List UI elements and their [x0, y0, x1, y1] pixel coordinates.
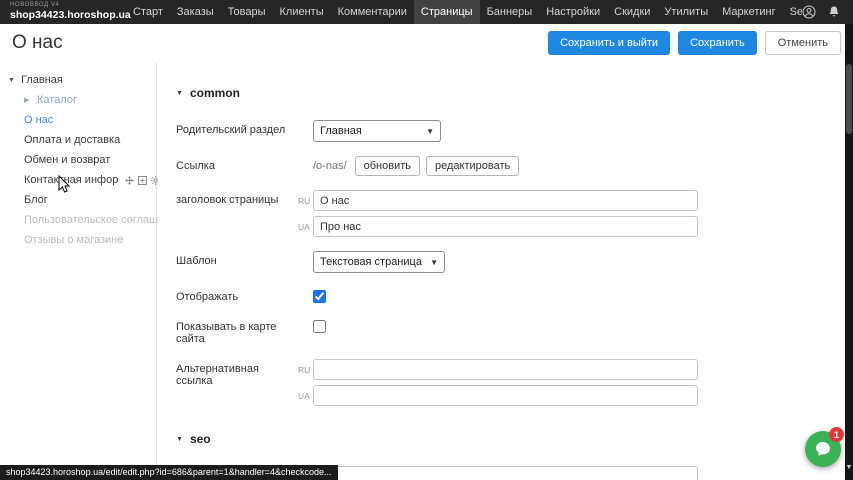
tree-item-blog[interactable]: Блог [0, 190, 156, 210]
tree-item-label: О нас [24, 114, 53, 126]
chevron-down-icon: ▼ [176, 90, 183, 97]
tree-item-label: Главная [21, 74, 63, 86]
nav-item-marketing[interactable]: Маркетинг [715, 0, 782, 24]
display-label: Отображать [176, 287, 298, 303]
alt-link-label: Альтернативная ссылка [176, 359, 298, 406]
link-update-button[interactable]: обновить [355, 156, 420, 176]
parent-section-label: Родительский раздел [176, 120, 298, 142]
nav-item-orders[interactable]: Заказы [170, 0, 221, 24]
nav-item-clients[interactable]: Клиенты [273, 0, 331, 24]
tree-item-label: Контактная инфор [24, 174, 118, 186]
alt-link-ua-input[interactable] [313, 385, 698, 406]
section-common-toggle[interactable]: ▼ common [176, 86, 845, 100]
lang-ru-label: RU [298, 365, 313, 375]
chevron-down-icon: ▼ [430, 258, 438, 267]
page-title: О нас [12, 32, 63, 54]
parent-section-value: Главная [320, 125, 362, 137]
section-seo-title: seo [190, 432, 211, 446]
template-label: Шаблон [176, 251, 298, 273]
chevron-right-icon[interactable]: ▶ [24, 96, 32, 104]
tree-item-polzovatelskoe[interactable]: Пользовательское соглашение [0, 210, 156, 230]
logo-domain-label: shop34423.horoshop.ua [10, 9, 116, 21]
scroll-down-arrow-icon[interactable]: ▼ [845, 464, 853, 472]
tree-item-label: Оплата и доставка [24, 134, 120, 146]
save-and-exit-button[interactable]: Сохранить и выйти [548, 31, 670, 55]
parent-section-select[interactable]: Главная ▼ [313, 120, 441, 142]
tree-item-kontaktnaya[interactable]: Контактная инфор [0, 170, 156, 190]
topbar-icons [802, 0, 853, 24]
page-header: О нас Сохранить и выйти Сохранить Отмени… [0, 24, 853, 62]
chevron-down-icon[interactable]: ▼ [8, 77, 16, 84]
chat-bubble-icon [814, 440, 832, 458]
tree-item-label: Каталог [37, 94, 77, 106]
add-subpage-icon[interactable] [138, 176, 147, 185]
nav-item-discounts[interactable]: Скидки [607, 0, 657, 24]
alt-link-row: Альтернативная ссылка RU UA [176, 359, 845, 406]
tree-item-label: Отзывы о магазине [24, 234, 123, 246]
display-checkbox[interactable] [313, 290, 326, 303]
nav-item-utilities[interactable]: Утилиты [657, 0, 715, 24]
lang-ua-label: UA [298, 222, 313, 232]
sitemap-row: Показывать в карте сайта [176, 317, 845, 345]
nav-item-pages[interactable]: Страницы [414, 0, 480, 24]
tree-item-katalog[interactable]: ▶ Каталог [0, 90, 156, 110]
nav-item-seo[interactable]: Seo [783, 0, 802, 24]
header-buttons: Сохранить и выйти Сохранить Отменить [548, 31, 841, 55]
cancel-button[interactable]: Отменить [765, 31, 841, 55]
section-seo-toggle[interactable]: ▼ seo [176, 432, 845, 446]
link-label: Ссылка [176, 156, 298, 176]
move-icon[interactable] [125, 176, 134, 185]
nav-item-start[interactable]: Старт [126, 0, 170, 24]
main-nav: Старт Заказы Товары Клиенты Комментарии … [126, 0, 802, 24]
link-edit-button[interactable]: редактировать [426, 156, 519, 176]
tree-item-label: Обмен и возврат [24, 154, 110, 166]
sitemap-label: Показывать в карте сайта [176, 317, 298, 345]
template-row: Шаблон Текстовая страница ▼ [176, 251, 845, 273]
tree-item-oplata[interactable]: Оплата и доставка [0, 130, 156, 150]
logo[interactable]: НОВОВВОД V4 shop34423.horoshop.ua [0, 0, 126, 24]
chevron-down-icon: ▼ [426, 127, 434, 136]
scrollbar-thumb[interactable] [846, 64, 852, 134]
nav-item-settings[interactable]: Настройки [539, 0, 607, 24]
lang-ru-label: RU [298, 196, 313, 206]
user-account-icon[interactable] [802, 5, 816, 19]
nav-item-banners[interactable]: Баннеры [480, 0, 540, 24]
html-title-ru-input[interactable] [313, 466, 698, 480]
template-select[interactable]: Текстовая страница ▼ [313, 251, 445, 273]
section-common-title: common [190, 86, 240, 100]
link-row: Ссылка /o-nas/ обновить редактировать [176, 156, 845, 176]
page-title-ua-input[interactable] [313, 216, 698, 237]
parent-section-row: Родительский раздел Главная ▼ [176, 120, 845, 142]
display-row: Отображать [176, 287, 845, 303]
notifications-bell-icon[interactable] [827, 5, 841, 19]
tree-item-glavnaya[interactable]: ▼ Главная [0, 70, 156, 90]
nav-item-products[interactable]: Товары [221, 0, 273, 24]
link-value: /o-nas/ [313, 160, 347, 172]
nav-item-comments[interactable]: Комментарии [331, 0, 414, 24]
template-value: Текстовая страница [320, 256, 422, 268]
chat-unread-badge: 1 [829, 427, 844, 442]
tree-item-label: Блог [24, 194, 48, 206]
topbar: НОВОВВОД V4 shop34423.horoshop.ua Старт … [0, 0, 853, 24]
tree-item-obmen[interactable]: Обмен и возврат [0, 150, 156, 170]
page-title-ru-input[interactable] [313, 190, 698, 211]
tree-item-o-nas[interactable]: О нас [0, 110, 156, 130]
alt-link-ru-input[interactable] [313, 359, 698, 380]
browser-status-url: shop34423.horoshop.ua/edit/edit.php?id=6… [0, 465, 338, 480]
tree-item-otzyvy[interactable]: Отзывы о магазине [0, 230, 156, 250]
chevron-down-icon: ▼ [176, 436, 183, 443]
logo-version-label: НОВОВВОД V4 [10, 2, 116, 9]
scrollbar[interactable]: ▼ [845, 24, 853, 480]
lang-ua-label: UA [298, 391, 313, 401]
pages-tree-sidebar: ▼ Главная ▶ Каталог О нас Оплата и доста… [0, 62, 157, 480]
page-edit-form: ▼ common Родительский раздел Главная ▼ С… [158, 62, 845, 480]
save-button[interactable]: Сохранить [678, 31, 757, 55]
page-title-row: заголовок страницы RU UA [176, 190, 845, 237]
page-title-label: заголовок страницы [176, 190, 298, 237]
chat-widget-button[interactable]: 1 [805, 431, 841, 467]
sitemap-checkbox[interactable] [313, 320, 326, 333]
